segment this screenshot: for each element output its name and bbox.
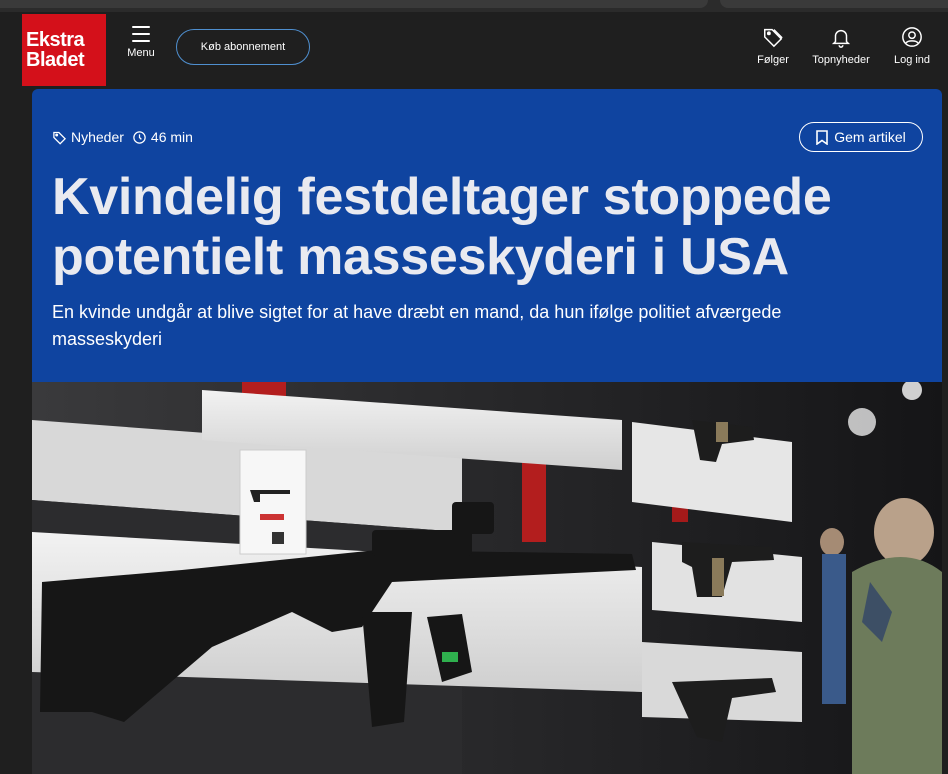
top-news-button[interactable]: Topnyheder xyxy=(808,26,874,66)
secondary-bar[interactable] xyxy=(720,0,948,8)
hamburger-icon xyxy=(132,26,150,42)
following-button[interactable]: Følger xyxy=(752,26,794,66)
login-label: Log ind xyxy=(893,54,931,66)
menu-button[interactable]: Menu xyxy=(124,26,158,59)
logo-line-2: Bladet xyxy=(26,49,85,71)
address-bar[interactable] xyxy=(0,0,708,8)
tag-icon xyxy=(53,131,67,145)
article-meta: Nyheder 46 min xyxy=(52,129,193,145)
browser-top-strip xyxy=(0,0,948,12)
bell-icon xyxy=(831,29,851,48)
user-icon xyxy=(902,27,922,47)
tag-icon xyxy=(764,28,783,48)
menu-label: Menu xyxy=(127,47,155,59)
article-hero: Nyheder 46 min Gem artikel Kvindelig fes… xyxy=(32,89,942,382)
save-article-button[interactable]: Gem artikel xyxy=(799,122,923,152)
clock-icon xyxy=(133,130,146,144)
site-header: Ekstra Bladet Menu Køb abonnement Følger… xyxy=(0,12,948,88)
save-article-label: Gem artikel xyxy=(834,129,906,145)
article-lede: En kvinde undgår at blive sigtet for at … xyxy=(52,302,782,349)
site-logo[interactable]: Ekstra Bladet xyxy=(22,14,106,86)
following-label: Følger xyxy=(757,54,789,66)
rifle-display-image xyxy=(32,382,942,774)
login-button[interactable]: Log ind xyxy=(888,26,936,66)
category-link[interactable]: Nyheder xyxy=(71,129,124,145)
article-age: 46 min xyxy=(150,129,193,145)
bookmark-icon xyxy=(816,129,829,145)
logo-line-1: Ekstra xyxy=(26,29,85,51)
article-photo xyxy=(32,382,942,774)
top-news-label: Topnyheder xyxy=(812,54,870,66)
subscribe-button[interactable]: Køb abonnement xyxy=(176,29,310,65)
article-headline: Kvindelig festdeltager stoppede potentie… xyxy=(52,168,832,286)
